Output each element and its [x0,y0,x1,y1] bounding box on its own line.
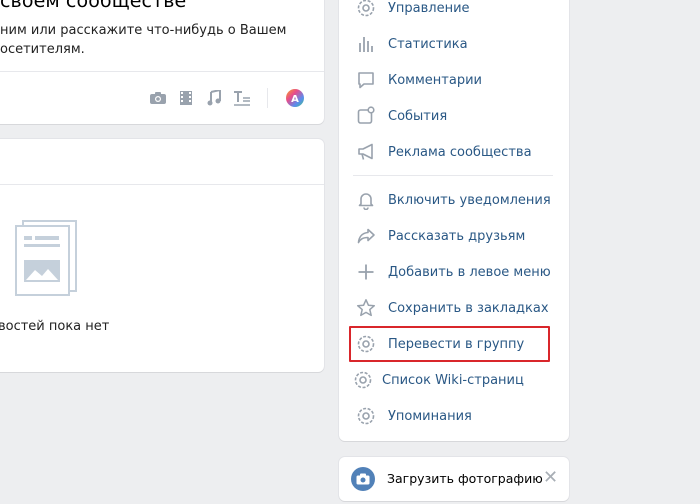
plus-icon [356,262,376,282]
menu-item-tell-friends[interactable]: Рассказать друзьям [339,218,569,254]
bell-icon [356,190,376,210]
menu-item-comments[interactable]: Комментарии [339,62,569,98]
empty-news-icon [15,220,77,300]
highlight-frame [349,326,550,362]
composer-description: ним или расскажите что-нибудь о Вашем ос… [0,21,300,59]
music-icon[interactable] [203,87,225,109]
community-menu-card: Управление Статистика Комментарии Событи… [339,0,569,441]
camera-icon[interactable] [147,87,169,109]
gear-icon [356,406,376,426]
gear-icon [353,370,373,390]
menu-item-statistics[interactable]: Статистика [339,26,569,62]
menu-item-label: События [388,108,448,124]
attach-toolbar: A [141,87,306,109]
star-icon [356,298,376,318]
comment-icon [356,70,376,90]
svg-text:A: A [291,94,299,105]
text-format-icon[interactable] [231,87,253,109]
menu-item-label: Добавить в левое меню [388,264,551,280]
menu-item-label: Комментарии [388,72,482,88]
toolbar-separator [267,88,268,108]
menu-item-label: Сохранить в закладках [388,300,549,316]
menu-item-label: Упоминания [388,408,472,424]
menu-item-mentions[interactable]: Упоминания [339,398,569,434]
news-divider [0,184,324,185]
stats-bars-icon [356,34,376,54]
menu-item-label: Список Wiki-страниц [382,372,524,388]
post-composer-card: своем сообществе ним или расскажите что-… [0,0,324,124]
composer-title: своем сообществе [0,0,187,12]
menu-item-label: Включить уведомления [388,192,551,208]
menu-item-community-ads[interactable]: Реклама сообщества [339,134,569,170]
menu-item-add-to-left-menu[interactable]: Добавить в левое меню [339,254,569,290]
megaphone-icon [356,142,376,162]
menu-item-label: Статистика [388,36,468,52]
composer-description-line1: ним или расскажите что-нибудь о Вашем [0,23,287,38]
menu-item-label: Реклама сообщества [388,144,532,160]
upload-photo-label: Загрузить фотографию [387,471,543,486]
camera-icon [351,467,375,491]
composer-description-line2: осетителям. [0,42,85,57]
event-icon [356,106,376,126]
menu-item-label: Управление [388,0,470,16]
menu-item-management[interactable]: Управление [339,0,569,26]
color-palette-icon[interactable]: A [284,87,306,109]
empty-news-text: овостей пока нет [0,319,110,334]
share-arrow-icon [356,226,376,246]
menu-item-save-bookmarks[interactable]: Сохранить в закладках [339,290,569,326]
menu-item-enable-notifications[interactable]: Включить уведомления [339,182,569,218]
composer-divider [0,71,324,72]
upload-photo-card[interactable]: Загрузить фотографию ✕ [339,457,569,501]
menu-item-label: Рассказать друзьям [388,228,526,244]
menu-separator [353,175,553,176]
close-icon[interactable]: ✕ [543,468,558,488]
video-icon[interactable] [175,87,197,109]
gear-icon [356,0,376,18]
menu-item-wiki-pages[interactable]: Список Wiki-страниц [339,362,569,398]
news-card: овостей пока нет [0,139,324,372]
menu-item-events[interactable]: События [339,98,569,134]
